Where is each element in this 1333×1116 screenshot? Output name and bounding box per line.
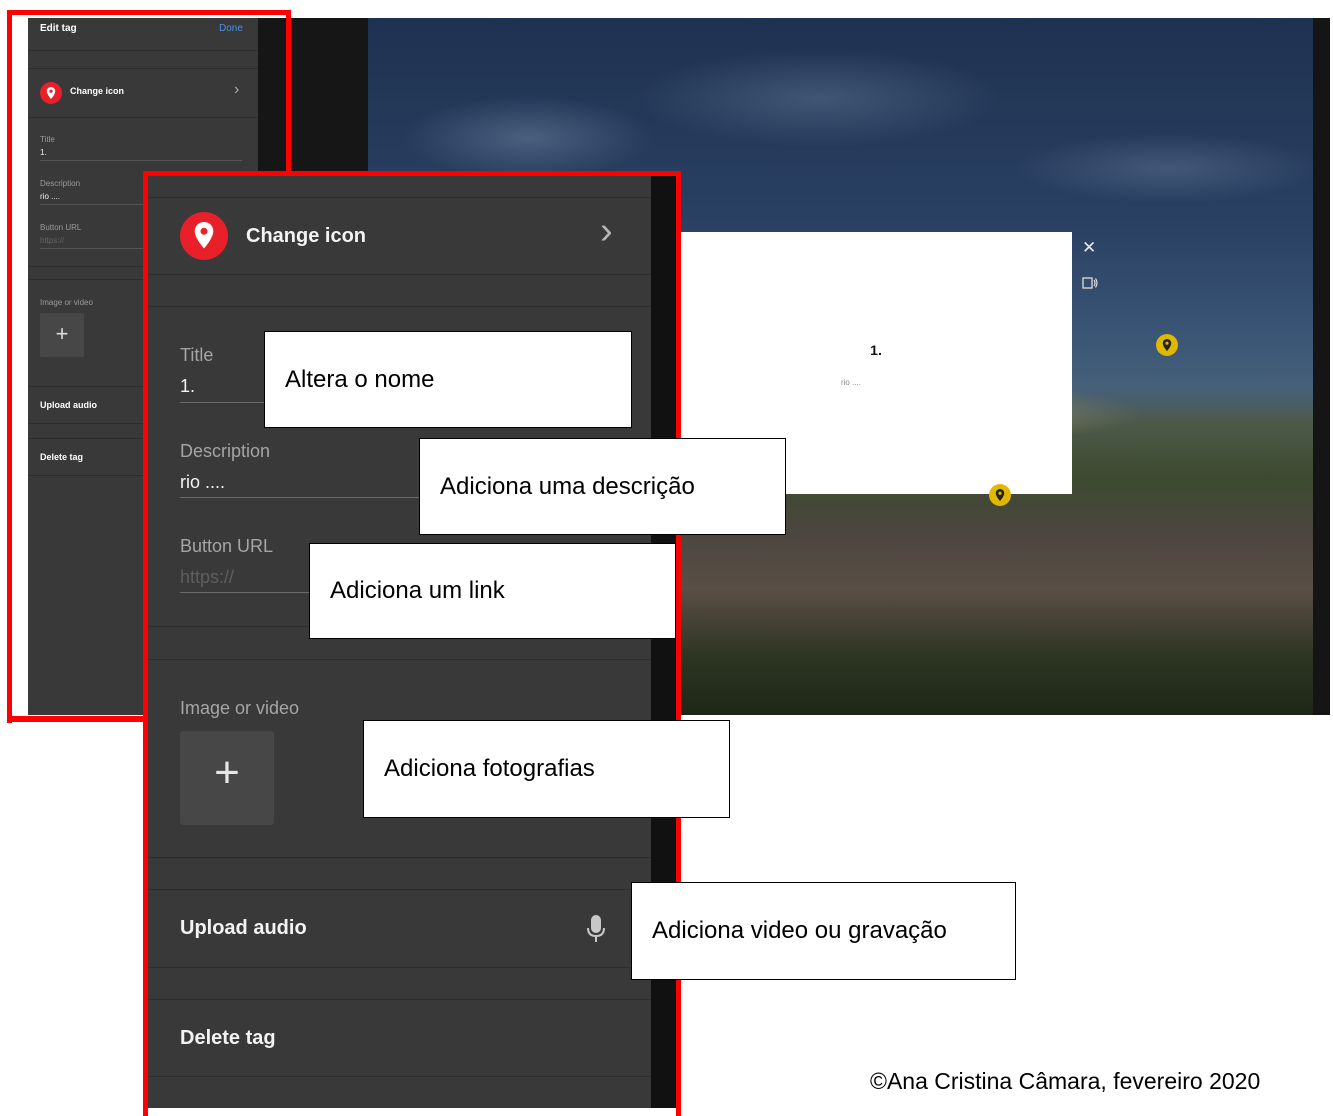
highlight-frame-small-bottom	[7, 716, 150, 722]
tag-pin-marker[interactable]	[989, 484, 1011, 506]
tag-pin-marker[interactable]	[1156, 334, 1178, 356]
callout-description-text: Adiciona uma descrição	[440, 472, 695, 500]
callout-description: Adiciona uma descrição	[419, 438, 786, 535]
audio-description-icon[interactable]	[1082, 276, 1098, 290]
callout-audio-text: Adiciona video ou gravação	[652, 917, 947, 944]
callout-link-text: Adiciona um link	[330, 577, 505, 604]
callout-link: Adiciona um link	[309, 543, 676, 639]
right-strip	[1313, 18, 1330, 715]
callout-audio: Adiciona video ou gravação	[631, 882, 1016, 980]
popup-title: 1.	[870, 342, 882, 358]
highlight-frame-zoomed	[143, 171, 681, 1116]
callout-photos-text: Adiciona fotografias	[384, 755, 595, 782]
callout-photos: Adiciona fotografias	[363, 720, 730, 818]
copyright-credit: ©Ana Cristina Câmara, fevereiro 2020	[870, 1068, 1261, 1094]
close-icon[interactable]: ✕	[1082, 238, 1096, 258]
callout-title-text: Altera o nome	[285, 365, 435, 393]
popup-description: rio ....	[840, 378, 861, 387]
callout-title: Altera o nome	[264, 331, 632, 428]
